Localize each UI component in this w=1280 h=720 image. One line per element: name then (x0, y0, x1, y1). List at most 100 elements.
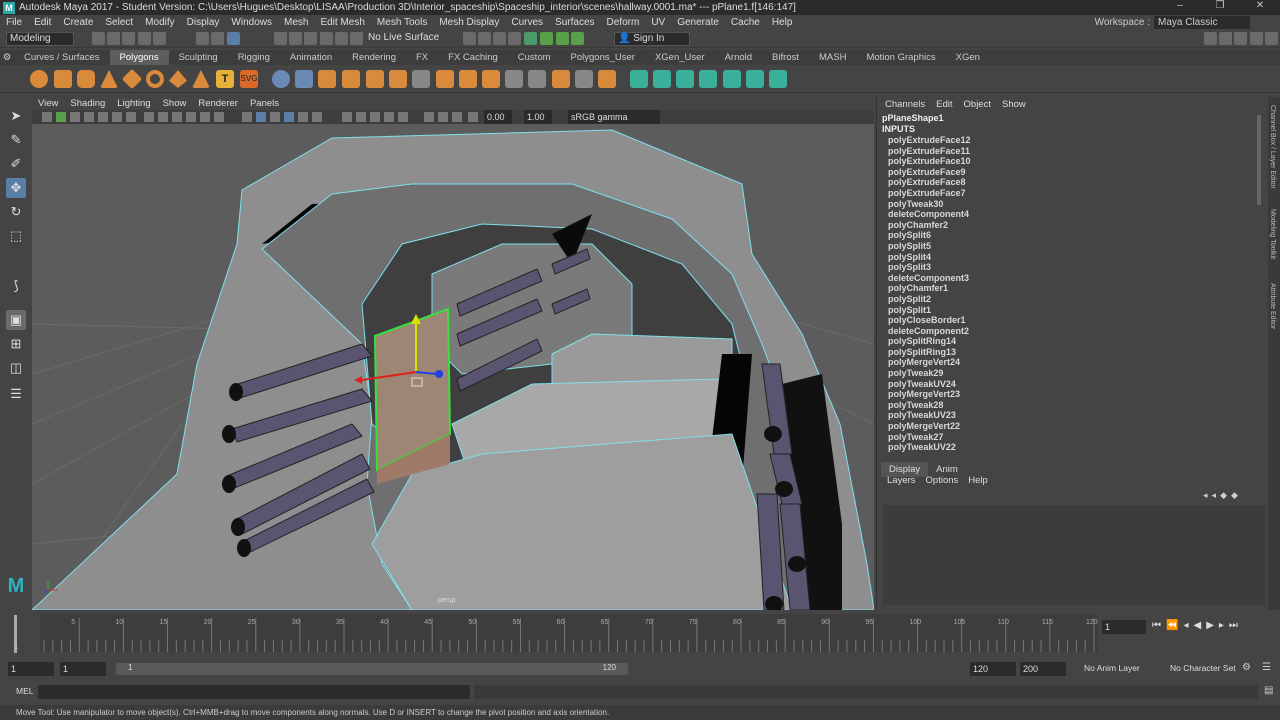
menu-edit[interactable]: Edit (28, 17, 57, 28)
input-node[interactable]: polySplit6 (888, 230, 971, 241)
paint-select-tool-icon[interactable]: ✐ (6, 154, 26, 174)
select-component-icon[interactable] (227, 32, 240, 45)
bridge-icon[interactable] (389, 70, 407, 88)
save-scene-icon[interactable] (122, 32, 135, 45)
input-node[interactable]: polySplit4 (888, 252, 971, 263)
uv-planar-icon[interactable] (630, 70, 648, 88)
uv-cylindrical-icon[interactable] (653, 70, 671, 88)
script-editor-icon[interactable]: ▤ (1264, 685, 1273, 696)
last-tool-icon[interactable]: ⟆ (6, 276, 26, 296)
side-tab-modeling-toolkit[interactable]: Modeling Toolkit (1269, 209, 1276, 259)
shelf-tab-xgen-user[interactable]: XGen_User (645, 50, 715, 65)
shelf-tab-fx[interactable]: FX (406, 50, 438, 65)
menu-uv[interactable]: UV (645, 17, 671, 28)
four-view-layout-icon[interactable]: ⊞ (6, 334, 26, 354)
menu-curves[interactable]: Curves (505, 17, 549, 28)
input-node[interactable]: polyExtrudeFace8 (888, 177, 971, 188)
poly-plane-icon[interactable] (121, 68, 143, 90)
channel-box-scrollbar[interactable] (1257, 115, 1261, 205)
shelf-tab-custom[interactable]: Custom (508, 50, 561, 65)
go-to-end-icon[interactable]: ⏭ (1229, 620, 1238, 631)
shelf-tab-rendering[interactable]: Rendering (342, 50, 406, 65)
workspace-dropdown[interactable]: Maya Classic (1154, 16, 1250, 29)
toggle-panel-icon-2[interactable] (1219, 32, 1232, 45)
poly-text-icon[interactable]: T (216, 70, 234, 88)
play-forward-icon[interactable]: ▶ (1206, 620, 1214, 631)
uv-unfold-icon[interactable] (769, 70, 787, 88)
minimize-button[interactable]: – (1160, 0, 1200, 11)
shelf-tab-arnold[interactable]: Arnold (715, 50, 762, 65)
select-hierarchy-icon[interactable] (196, 32, 209, 45)
input-node[interactable]: polySplitRing13 (888, 347, 971, 358)
layer-move-up-icon[interactable]: ◂ (1203, 490, 1208, 501)
input-node[interactable]: polyTweakUV24 (888, 379, 971, 390)
step-forward-frame-icon[interactable]: ▸ (1219, 620, 1224, 631)
input-node[interactable]: polyExtrudeFace9 (888, 167, 971, 178)
vp-menu-lighting[interactable]: Lighting (111, 98, 156, 109)
side-by-side-layout-icon[interactable]: ◫ (6, 358, 26, 378)
toggle-panel-icon-1[interactable] (1204, 32, 1217, 45)
move-tool-icon[interactable]: ✥ (6, 178, 26, 198)
start-time-field[interactable]: 1 (8, 662, 54, 676)
auto-key-icon[interactable]: ⚙ (1242, 662, 1251, 673)
menu-help[interactable]: Help (766, 17, 799, 28)
menu-generate[interactable]: Generate (671, 17, 725, 28)
poly-torus-icon[interactable] (146, 70, 164, 88)
redo-icon[interactable] (153, 32, 166, 45)
undo-icon[interactable] (138, 32, 151, 45)
poly-cube-icon[interactable] (54, 70, 72, 88)
vp-menu-shading[interactable]: Shading (64, 98, 111, 109)
input-node[interactable]: polyChamfer2 (888, 220, 971, 231)
side-tab-attribute-editor[interactable]: Attribute Editor (1269, 283, 1276, 329)
shelf-tab-xgen[interactable]: XGen (946, 50, 990, 65)
shelf-tab-animation[interactable]: Animation (280, 50, 342, 65)
vp-menu-renderer[interactable]: Renderer (192, 98, 244, 109)
viewport-toolbar-icons[interactable] (32, 110, 874, 124)
render-settings-icon[interactable] (508, 32, 521, 45)
combine-icon[interactable] (272, 70, 290, 88)
fill-hole-icon[interactable] (482, 70, 500, 88)
vp-menu-show[interactable]: Show (157, 98, 193, 109)
command-input[interactable] (38, 685, 470, 699)
sign-in-button[interactable]: 👤 Sign In (614, 32, 690, 46)
input-node[interactable]: deleteComponent4 (888, 209, 971, 220)
toggle-panel-icon-4[interactable] (1250, 32, 1263, 45)
separate-icon[interactable] (295, 70, 313, 88)
render-frame-icon[interactable] (478, 32, 491, 45)
input-node[interactable]: polySplit3 (888, 262, 971, 273)
menu-edit-mesh[interactable]: Edit Mesh (314, 17, 370, 28)
input-node[interactable]: polyCloseBorder1 (888, 315, 971, 326)
input-node[interactable]: polyExtrudeFace10 (888, 156, 971, 167)
preferences-icon[interactable]: ☰ (1262, 662, 1271, 673)
triangulate-icon[interactable] (598, 70, 616, 88)
command-language-label[interactable]: MEL (16, 686, 33, 696)
select-tool-icon[interactable]: ➤ (6, 106, 26, 126)
input-node[interactable]: polyExtrudeFace11 (888, 146, 971, 157)
shelf-menu-gear-icon[interactable]: ⚙ (0, 52, 14, 63)
play-backward-icon[interactable]: ◀ (1193, 620, 1201, 631)
gamma-field[interactable]: 1.00 (524, 110, 552, 124)
uv-automatic-icon[interactable] (699, 70, 717, 88)
menu-create[interactable]: Create (57, 17, 99, 28)
input-node[interactable]: deleteComponent2 (888, 326, 971, 337)
modeling-toolkit-icon[interactable] (556, 32, 569, 45)
menu-mesh-tools[interactable]: Mesh Tools (371, 17, 433, 28)
menu-cache[interactable]: Cache (725, 17, 766, 28)
render-view-icon[interactable] (540, 32, 553, 45)
merge-icon[interactable] (528, 70, 546, 88)
input-node[interactable]: deleteComponent3 (888, 273, 971, 284)
input-node[interactable]: polySplitRing14 (888, 336, 971, 347)
layer-menu-layers[interactable]: Layers (887, 475, 916, 486)
lasso-tool-icon[interactable]: ✎ (6, 130, 26, 150)
multi-cut-icon[interactable] (412, 70, 430, 88)
open-scene-icon[interactable] (107, 32, 120, 45)
menu-display[interactable]: Display (181, 17, 226, 28)
cut-faces-icon[interactable] (575, 70, 593, 88)
snap-surface-icon[interactable] (335, 32, 348, 45)
svg-icon[interactable]: SVG (240, 70, 258, 88)
anim-layer-dropdown[interactable]: No Anim Layer (1084, 663, 1166, 673)
step-back-frame-icon[interactable]: ◂ (1183, 620, 1188, 631)
input-node[interactable]: polyExtrudeFace12 (888, 135, 971, 146)
vp-menu-view[interactable]: View (32, 98, 64, 109)
edge-loop-icon[interactable] (505, 70, 523, 88)
